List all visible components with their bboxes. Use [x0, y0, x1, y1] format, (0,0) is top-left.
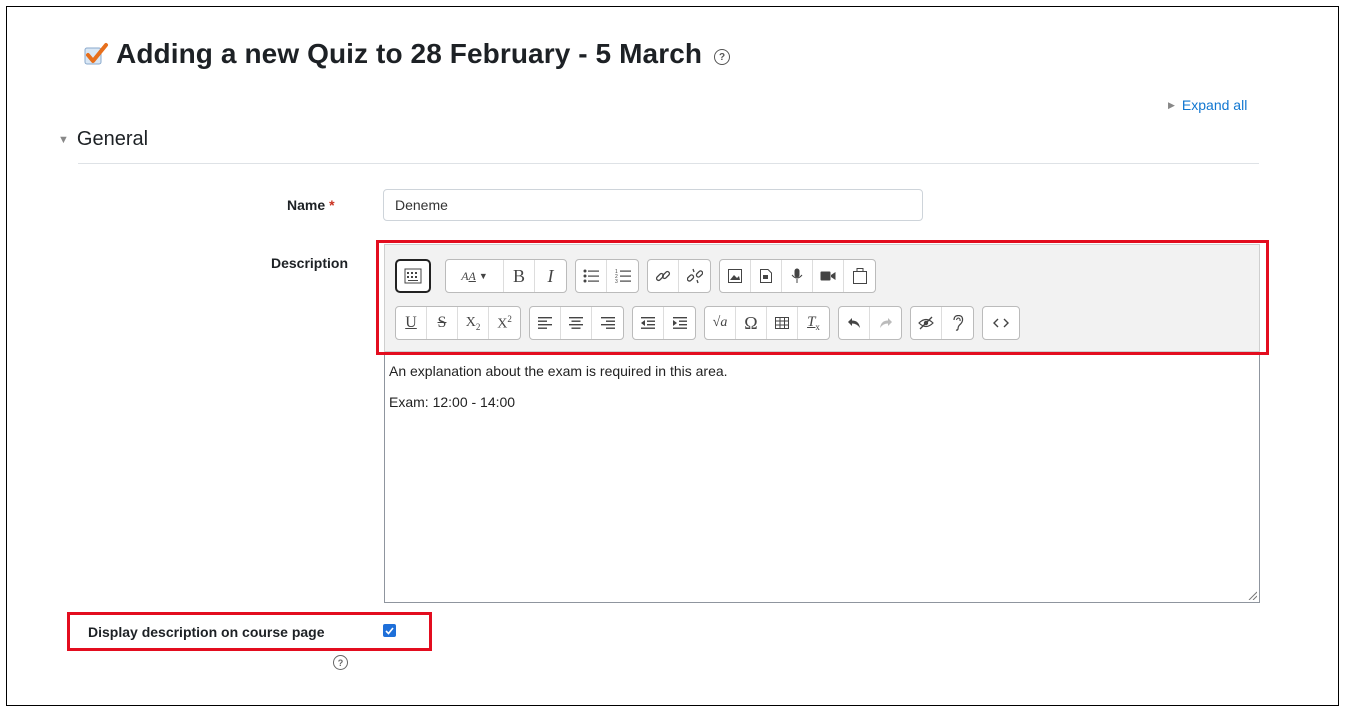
help-icon[interactable]: ? — [714, 49, 731, 65]
expand-all-link[interactable]: ▶ Expand all — [1168, 97, 1247, 113]
name-input[interactable] — [383, 189, 923, 221]
resize-grip-icon[interactable] — [1247, 590, 1257, 600]
description-line: An explanation about the exam is require… — [389, 363, 728, 379]
description-line: Exam: 12:00 - 14:00 — [389, 394, 516, 410]
expand-all-label: Expand all — [1181, 97, 1248, 113]
section-general-toggle[interactable]: ▼ General — [58, 128, 148, 151]
toolbar-highlight-box — [376, 240, 1269, 355]
section-divider — [78, 163, 1259, 164]
help-icon[interactable]: ? — [333, 655, 348, 670]
expand-triangle-icon: ▶ — [1168, 99, 1175, 110]
collapse-caret-icon: ▼ — [58, 133, 69, 146]
page-title: Adding a new Quiz to 28 February - 5 Mar… — [116, 38, 703, 69]
name-label-text: Name — [287, 197, 326, 213]
display-description-highlight-box — [67, 612, 432, 651]
section-title: General — [76, 128, 149, 150]
title-row: Adding a new Quiz to 28 February - 5 Mar… — [82, 38, 731, 70]
quiz-icon — [82, 40, 110, 68]
name-label: Name * — [287, 197, 335, 213]
description-editor[interactable]: An explanation about the exam is require… — [384, 352, 1260, 603]
description-label: Description — [271, 255, 349, 271]
required-icon: * — [329, 197, 335, 213]
